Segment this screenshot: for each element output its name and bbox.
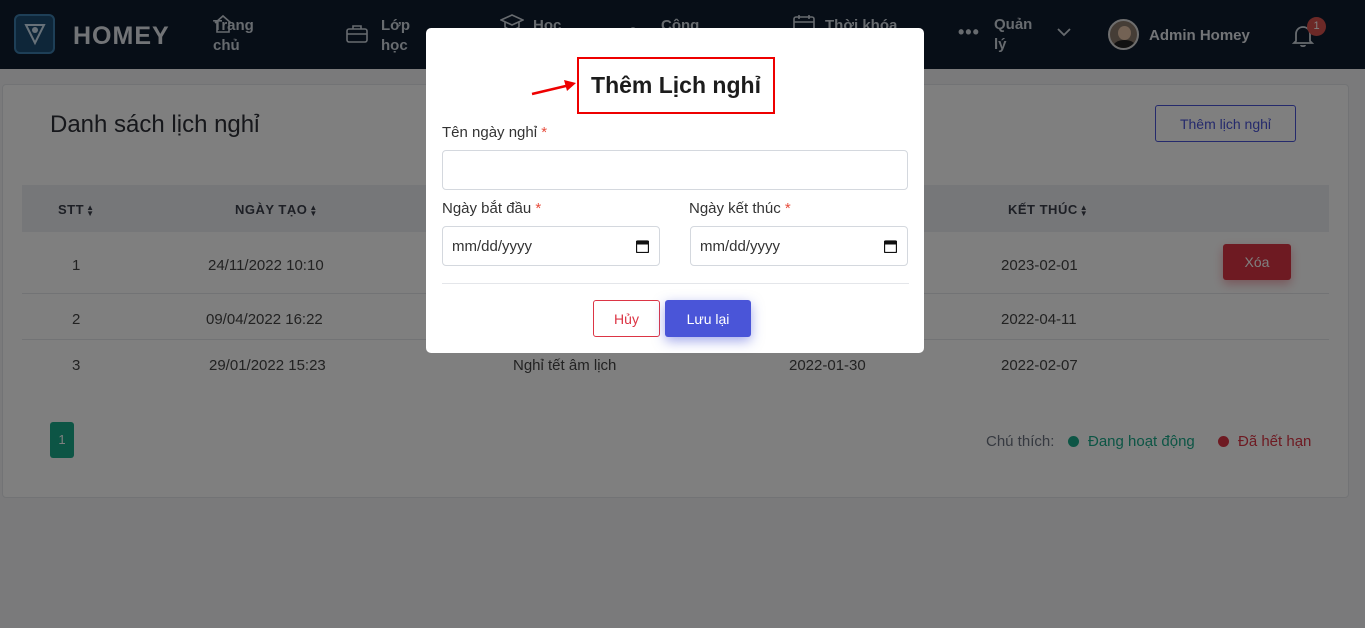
end-date-input[interactable]: mm/dd/yyyy bbox=[690, 226, 908, 266]
start-date-label: Ngày bắt đầu * bbox=[442, 200, 542, 217]
end-date-label: Ngày kết thúc * bbox=[689, 200, 791, 217]
holiday-name-label: Tên ngày nghỉ * bbox=[442, 124, 548, 141]
modal-divider bbox=[442, 283, 909, 284]
start-date-input[interactable]: mm/dd/yyyy bbox=[442, 226, 660, 266]
calendar-icon[interactable] bbox=[636, 239, 649, 253]
modal-title-highlight: Thêm Lịch nghỉ bbox=[577, 57, 775, 114]
annotation-arrow-icon bbox=[531, 80, 576, 96]
cancel-button[interactable]: Hủy bbox=[593, 300, 660, 337]
calendar-icon[interactable] bbox=[884, 239, 897, 253]
modal-title: Thêm Lịch nghỉ bbox=[591, 72, 761, 98]
save-button[interactable]: Lưu lại bbox=[665, 300, 751, 337]
holiday-name-input[interactable] bbox=[442, 150, 908, 190]
start-date-placeholder: mm/dd/yyyy bbox=[452, 238, 533, 255]
add-holiday-modal: Thêm Lịch nghỉ Tên ngày nghỉ * Ngày bắt … bbox=[426, 28, 924, 353]
end-date-placeholder: mm/dd/yyyy bbox=[700, 238, 781, 255]
